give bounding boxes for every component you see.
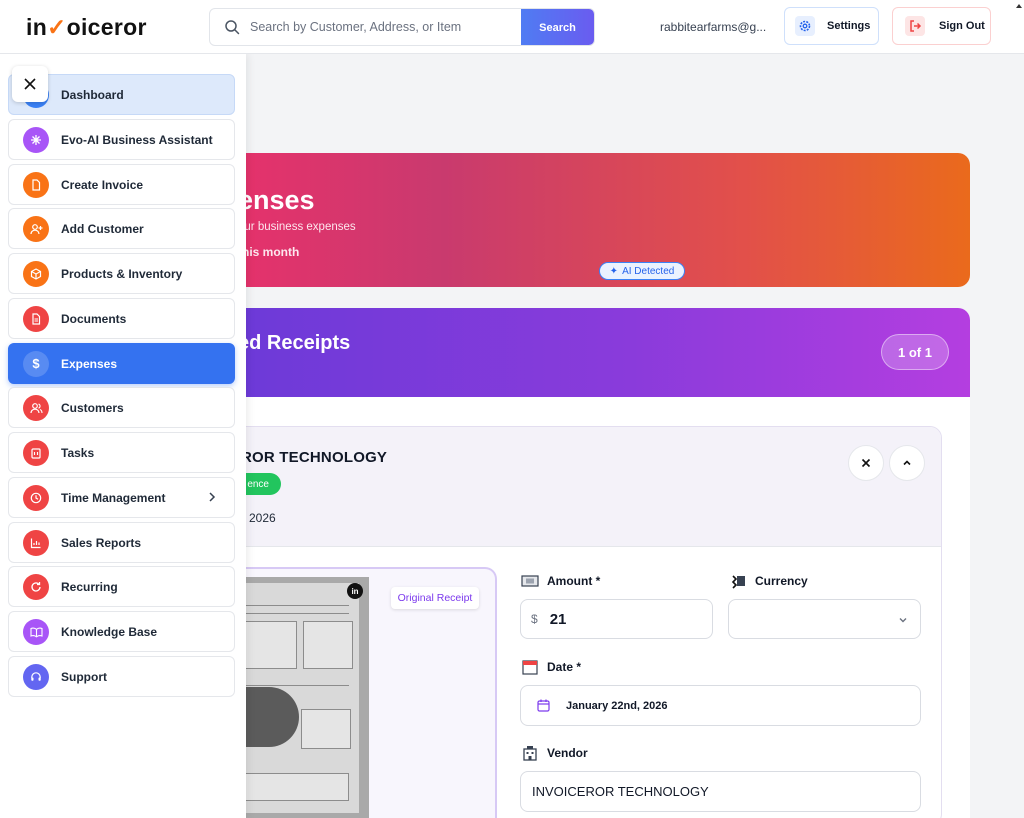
sidebar-item-knowledge-base[interactable]: Knowledge Base (8, 611, 235, 652)
search-input[interactable] (250, 9, 522, 45)
search-button[interactable]: Search (521, 9, 594, 45)
sparkle-icon: ✦ (609, 265, 619, 277)
gear-icon (795, 16, 815, 36)
document-icon (23, 305, 49, 332)
logout-icon (905, 16, 925, 36)
dollar-prefix: $ (531, 612, 538, 626)
users-icon (23, 394, 49, 421)
receipt-card: ROR TECHNOLOGY ence 2026 in Original Rec… (218, 426, 942, 818)
headset-icon (23, 663, 49, 690)
sidebar-item-products-inventory[interactable]: Products & Inventory (8, 253, 235, 294)
receipts-header: ed Receipts 1 of 1 (218, 308, 970, 397)
close-sidebar-button[interactable] (12, 66, 48, 102)
original-receipt-badge: Original Receipt (391, 587, 479, 609)
settings-button[interactable]: Settings (784, 7, 879, 45)
user-plus-icon (23, 215, 49, 242)
building-icon (523, 746, 537, 761)
sidebar-item-documents[interactable]: Documents (8, 298, 235, 339)
ai-detected-badge: ✦ AI Detected (599, 262, 685, 280)
receipt-date: 2026 (249, 511, 276, 525)
clock-icon (23, 484, 49, 511)
receipt-card-header: ROR TECHNOLOGY ence 2026 (219, 427, 941, 547)
search-icon (225, 20, 240, 35)
date-label: Date * (521, 659, 581, 675)
sidebar: Dashboard Evo-AI Business Assistant Crea… (0, 54, 246, 818)
collapse-button[interactable] (889, 445, 925, 481)
file-icon (23, 171, 49, 198)
app-logo[interactable]: in✓oiceror (26, 14, 147, 41)
vendor-field[interactable]: INVOICEROR TECHNOLOGY (520, 771, 921, 812)
amount-field[interactable]: $ 21 (520, 599, 713, 639)
receipt-vendor-name: ROR TECHNOLOGY (241, 449, 388, 466)
sidebar-item-evo-ai[interactable]: Evo-AI Business Assistant (8, 119, 235, 160)
amount-value: 21 (549, 610, 567, 628)
vendor-value: INVOICEROR TECHNOLOGY (532, 784, 709, 799)
close-receipt-button[interactable] (848, 445, 884, 481)
calendar-small-icon (537, 699, 550, 712)
search-box: Search (209, 8, 595, 46)
sidebar-item-create-invoice[interactable]: Create Invoice (8, 164, 235, 205)
page-title: enses (238, 185, 315, 215)
receipt-pager[interactable]: 1 of 1 (881, 334, 949, 370)
currency-select[interactable] (728, 599, 921, 639)
receipts-title: ed Receipts (238, 332, 351, 354)
sidebar-item-time-management[interactable]: Time Management (8, 477, 235, 518)
chevron-down-icon (899, 618, 907, 623)
date-value: January 22nd, 2026 (566, 699, 668, 712)
box-icon (23, 260, 49, 287)
sidebar-item-support[interactable]: Support (8, 656, 235, 697)
top-bar: in✓oiceror Search rabbitearfarms@g... Se… (0, 0, 1024, 54)
sign-out-button[interactable]: Sign Out (892, 7, 991, 45)
close-icon (24, 78, 36, 90)
vendor-label: Vendor (521, 745, 588, 761)
currency-label: Currency (729, 573, 808, 589)
receipt-image[interactable]: in (229, 577, 369, 818)
sign-out-label: Sign Out (939, 20, 985, 32)
user-email[interactable]: rabbitearfarms@g... (660, 20, 766, 34)
chevron-up-icon (903, 460, 911, 466)
expenses-hero-banner: enses our business expenses this month (218, 153, 970, 287)
sidebar-item-add-customer[interactable]: Add Customer (8, 208, 235, 249)
invoiceror-badge-icon: in (347, 583, 363, 599)
money-bag-icon (731, 575, 745, 589)
chevron-right-icon (209, 492, 216, 502)
receipt-preview[interactable]: in Original Receipt (219, 567, 497, 818)
sidebar-item-expenses[interactable]: $ Expenses (8, 343, 235, 384)
sidebar-item-tasks[interactable]: Tasks (8, 432, 235, 473)
cash-icon (521, 575, 539, 587)
chart-icon (23, 529, 49, 556)
date-picker[interactable]: January 22nd, 2026 (520, 685, 921, 726)
amount-label: Amount * (521, 573, 600, 589)
book-icon (23, 618, 49, 645)
dollar-icon: $ (23, 350, 49, 377)
close-icon (861, 458, 871, 468)
clipboard-icon (23, 439, 49, 466)
calendar-icon (522, 660, 538, 675)
sidebar-item-recurring[interactable]: Recurring (8, 566, 235, 607)
month-summary: this month (238, 245, 300, 259)
scanned-receipts-panel: ed Receipts 1 of 1 ROR TECHNOLOGY ence 2… (218, 308, 970, 818)
page-subtitle: our business expenses (238, 221, 356, 233)
sidebar-item-sales-reports[interactable]: Sales Reports (8, 522, 235, 563)
refresh-icon (23, 573, 49, 600)
settings-label: Settings (827, 20, 871, 32)
sparkle-icon (23, 126, 49, 153)
scroll-up-arrow[interactable] (1016, 4, 1022, 8)
sidebar-item-customers[interactable]: Customers (8, 387, 235, 428)
